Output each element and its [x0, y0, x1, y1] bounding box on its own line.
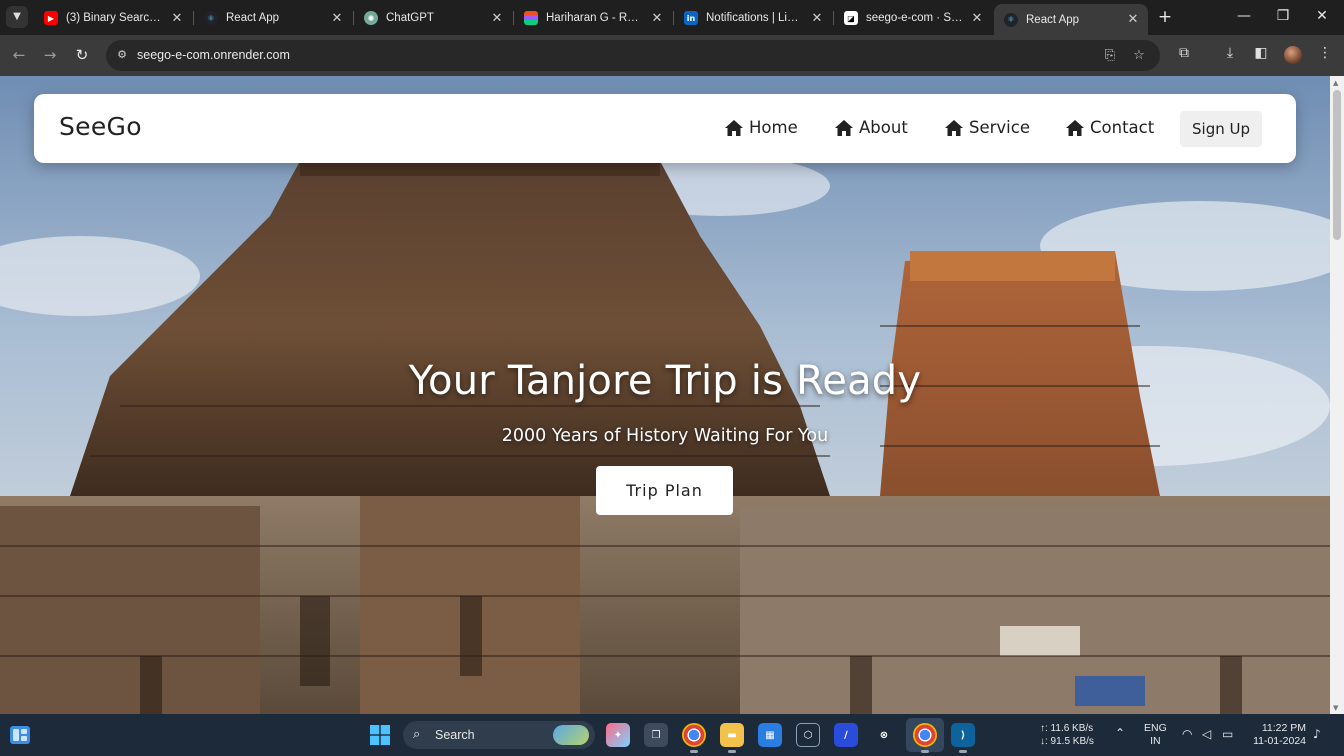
- nav-home-link[interactable]: Home: [724, 118, 798, 137]
- browser-tab-active[interactable]: ⚛ React App ✕: [994, 4, 1148, 35]
- install-app-icon[interactable]: ⎘: [1101, 48, 1119, 63]
- windows-start-icon[interactable]: [370, 725, 390, 745]
- home-icon: [945, 119, 963, 136]
- chrome-profile-icon[interactable]: [913, 723, 937, 753]
- site-info-icon[interactable]: ⚙: [114, 47, 130, 63]
- home-icon: [1066, 119, 1084, 136]
- linkedin-icon: in: [684, 11, 698, 25]
- notification-bell-icon[interactable]: ♪: [1313, 727, 1321, 741]
- bookmark-star-icon[interactable]: ☆: [1130, 48, 1148, 63]
- search-highlight-icon: [553, 725, 589, 745]
- battery-icon[interactable]: ▭: [1222, 727, 1233, 741]
- vscode-icon[interactable]: ⟩: [951, 723, 975, 753]
- scroll-down-arrow-icon[interactable]: ▼: [1333, 704, 1338, 712]
- menu-icon[interactable]: ⋮: [1315, 45, 1335, 61]
- url-text[interactable]: seego-e-com.onrender.com: [137, 48, 290, 62]
- hero-title: Your Tanjore Trip is Ready: [408, 358, 922, 404]
- wifi-icon[interactable]: ◠: [1182, 727, 1192, 741]
- site-navbar: SeeGo Home About Service Contact Sign Up: [34, 94, 1296, 163]
- tab-search-button[interactable]: ▼: [6, 6, 28, 28]
- extensions-icon[interactable]: ⧉: [1174, 45, 1194, 61]
- back-icon[interactable]: ←: [9, 45, 29, 65]
- chrome-icon[interactable]: [682, 723, 706, 753]
- new-tab-button[interactable]: +: [1156, 8, 1174, 26]
- close-icon[interactable]: ✕: [810, 11, 824, 26]
- nav-service-link[interactable]: Service: [944, 118, 1030, 137]
- react-icon: ⚛: [204, 11, 218, 25]
- language-indicator[interactable]: ENG IN: [1144, 722, 1167, 748]
- browser-tab[interactable]: ✺ ChatGPT ✕: [354, 4, 512, 32]
- close-icon[interactable]: ✕: [170, 11, 184, 26]
- close-icon[interactable]: ✕: [330, 11, 344, 26]
- download-icon[interactable]: ⤓: [1220, 45, 1240, 61]
- microsoft-store-icon[interactable]: ▦: [758, 723, 782, 747]
- react-icon: ⚛: [1004, 12, 1018, 27]
- browser-tab[interactable]: Hariharan G - Resum ✕: [514, 4, 672, 32]
- widgets-icon[interactable]: [8, 723, 32, 747]
- scroll-up-arrow-icon[interactable]: ▲: [1333, 79, 1338, 87]
- close-icon[interactable]: ✕: [1126, 12, 1140, 27]
- file-explorer-icon[interactable]: ▬: [720, 723, 744, 753]
- minimize-icon[interactable]: —: [1234, 8, 1254, 24]
- show-hidden-icons-icon[interactable]: ⌃: [1115, 726, 1125, 740]
- window-close-icon[interactable]: ✕: [1312, 8, 1332, 24]
- close-icon[interactable]: ✕: [650, 11, 664, 26]
- browser-tab[interactable]: ◪ seego-e-com · Static ✕: [834, 4, 992, 32]
- scrollbar-thumb[interactable]: [1333, 90, 1341, 240]
- profile-avatar[interactable]: [1284, 46, 1302, 64]
- page-scrollbar[interactable]: ▲ ▼: [1330, 76, 1344, 714]
- home-icon: [725, 119, 743, 136]
- webpage: SeeGo Home About Service Contact Sign Up…: [0, 76, 1330, 714]
- address-bar[interactable]: ⚙ seego-e-com.onrender.com ⎘ ☆: [106, 40, 1160, 71]
- chatgpt-icon: ✺: [364, 11, 378, 25]
- task-view-icon[interactable]: ❐: [644, 723, 668, 747]
- browser-tab[interactable]: in Notifications | Linked ✕: [674, 4, 832, 32]
- search-icon: ⌕: [413, 727, 421, 742]
- nav-about-link[interactable]: About: [834, 118, 908, 137]
- windows-taskbar: ⌕ Search ✦ ❐ ▬ ▦ ⬡ ∕ ⊗ ⟩ ↑: 11.6 KB/s ↓:…: [0, 714, 1344, 756]
- browser-tab-strip: ▼ ▶ (3) Binary Search Inte ✕ ⚛ React App…: [0, 0, 1344, 35]
- hero-subtitle: 2000 Years of History Waiting For You: [501, 426, 829, 446]
- trip-plan-button[interactable]: Trip Plan: [596, 466, 733, 515]
- render-icon: ◪: [844, 11, 858, 25]
- volume-icon[interactable]: ◁: [1202, 727, 1211, 741]
- browser-tab[interactable]: ⚛ React App ✕: [194, 4, 352, 32]
- nav-contact-link[interactable]: Contact: [1065, 118, 1154, 137]
- site-logo[interactable]: SeeGo: [59, 112, 142, 141]
- editor-app-icon[interactable]: ∕: [834, 723, 858, 747]
- close-icon[interactable]: ✕: [970, 11, 984, 26]
- xbox-icon[interactable]: ⊗: [872, 723, 896, 747]
- system-clock[interactable]: 11:22 PM 11-01-2024: [1250, 722, 1306, 748]
- signup-button[interactable]: Sign Up: [1180, 111, 1262, 147]
- copilot-icon[interactable]: ✦: [606, 723, 630, 747]
- figma-icon: [524, 11, 538, 25]
- home-icon: [835, 119, 853, 136]
- close-icon[interactable]: ✕: [490, 11, 504, 26]
- reload-icon[interactable]: ↻: [72, 45, 92, 65]
- unity-icon[interactable]: ⬡: [796, 723, 820, 747]
- forward-icon[interactable]: →: [40, 45, 60, 65]
- restore-icon[interactable]: ❐: [1273, 8, 1293, 24]
- side-panel-icon[interactable]: ◧: [1251, 45, 1271, 61]
- youtube-icon: ▶: [44, 11, 58, 25]
- taskbar-search[interactable]: ⌕ Search: [403, 721, 595, 749]
- browser-tab[interactable]: ▶ (3) Binary Search Inte ✕: [34, 4, 192, 32]
- browser-toolbar: ← → ↻ ⚙ seego-e-com.onrender.com ⎘ ☆ ⧉ ⤓…: [0, 35, 1344, 76]
- network-speed: ↑: 11.6 KB/s ↓: 91.5 KB/s: [1040, 723, 1094, 747]
